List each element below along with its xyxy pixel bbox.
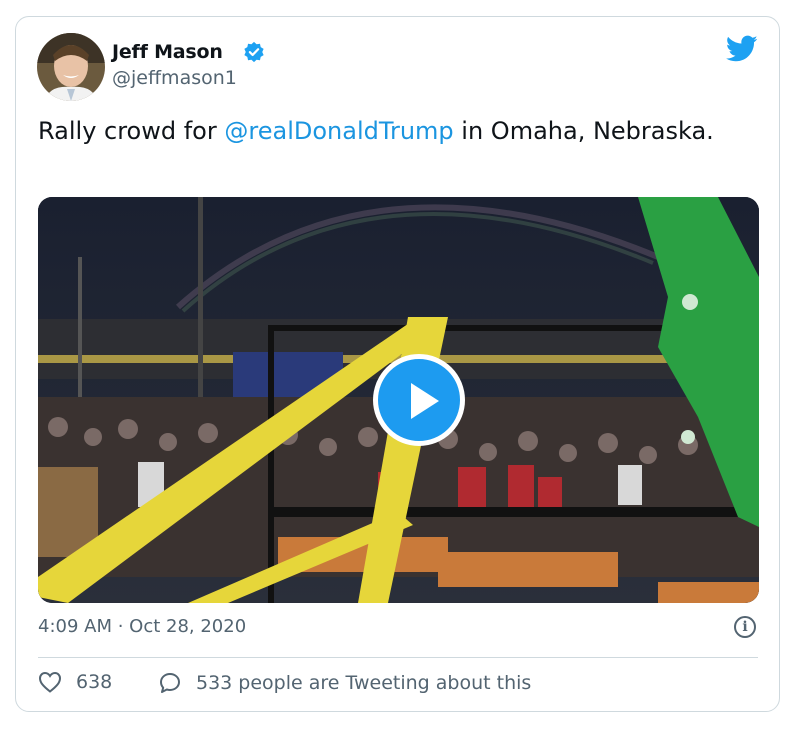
like-button[interactable]: 638 <box>38 671 112 693</box>
speech-bubble-icon <box>160 673 180 693</box>
heart-icon <box>38 671 62 693</box>
divider <box>38 657 758 658</box>
author-name[interactable]: Jeff Mason <box>112 41 223 63</box>
tweet-text-start: Rally crowd for <box>38 117 225 145</box>
conversation-link[interactable]: 533 people are Tweeting about this <box>158 671 531 695</box>
like-count: 638 <box>76 671 113 693</box>
tweet-text: Rally crowd for @realDonaldTrump in Omah… <box>38 115 758 148</box>
tweet-text-end: in Omaha, Nebraska. <box>453 117 714 145</box>
author-avatar[interactable] <box>37 33 105 101</box>
tweet-timestamp[interactable]: 4:09 AM · Oct 28, 2020 <box>38 616 246 637</box>
tweet-card: Jeff Mason @jeffmason1 Rally crowd for @… <box>15 16 780 712</box>
conversation-label: 533 people are Tweeting about this <box>196 672 532 694</box>
twitter-bird-icon[interactable] <box>726 35 758 63</box>
mention-link[interactable]: @realDonaldTrump <box>224 117 453 145</box>
verified-badge-icon <box>244 41 264 63</box>
play-icon[interactable] <box>373 354 465 446</box>
info-icon[interactable]: i <box>734 616 756 638</box>
video-player[interactable] <box>38 197 759 603</box>
author-handle[interactable]: @jeffmason1 <box>112 67 237 89</box>
